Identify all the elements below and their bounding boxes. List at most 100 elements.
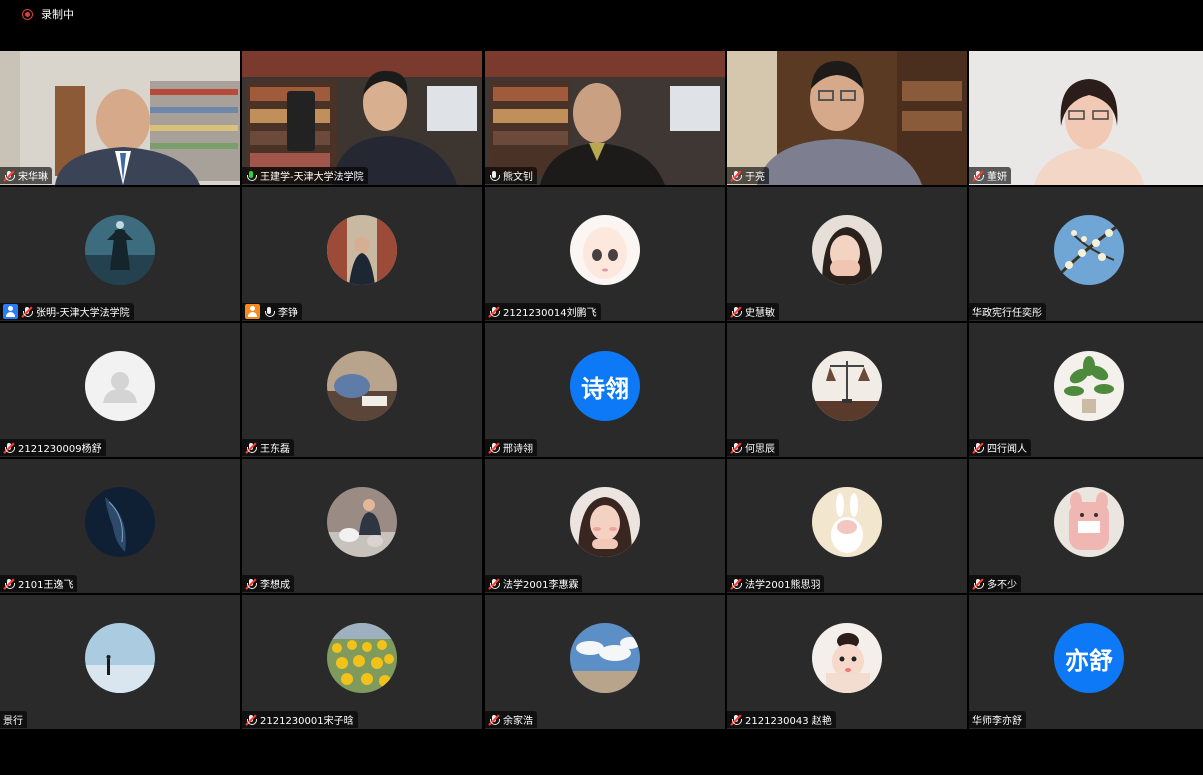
avatar-tile[interactable]: 2101王逸飞 (0, 459, 240, 593)
participant-avatar (812, 215, 882, 285)
mic-muted-icon (730, 306, 742, 318)
name-tag: 宋华琳 (0, 167, 52, 184)
mic-muted-icon (488, 306, 500, 318)
name-tag: 何思辰 (727, 439, 779, 456)
participant-name: 史慧敏 (745, 308, 775, 319)
video-tile[interactable]: 熊文钊 (485, 51, 725, 185)
participant-name: 余家浩 (503, 716, 533, 727)
avatar-tile[interactable]: 法学2001李惠霖 (485, 459, 725, 593)
avatar-tile[interactable]: 景行 (0, 595, 240, 729)
participant-name: 于亮 (745, 172, 765, 183)
avatar-tile[interactable]: 四行闻人 (969, 323, 1203, 457)
participant-name: 景行 (3, 716, 23, 727)
participant-video (0, 51, 240, 185)
avatar-tile[interactable]: 史慧敏 (727, 187, 967, 321)
name-tag: 四行闻人 (969, 439, 1031, 456)
participant-name: 华师李亦舒 (972, 716, 1022, 727)
participant-name: 四行闻人 (987, 444, 1027, 455)
mic-muted-icon (730, 714, 742, 726)
participant-name: 董妍 (987, 172, 1007, 183)
video-tile[interactable]: 于亮 (727, 51, 967, 185)
mic-muted-icon (730, 442, 742, 454)
mic-muted-icon (730, 578, 742, 590)
avatar-tile[interactable]: 2121230043 赵艳 (727, 595, 967, 729)
avatar-tile[interactable]: 2121230001宋子晗 (242, 595, 482, 729)
name-tag: 李铮 (242, 303, 302, 320)
participant-name: 2121230014刘鹏飞 (503, 308, 597, 319)
participant-avatar (812, 351, 882, 421)
avatar-tile[interactable]: 2121230014刘鹏飞 (485, 187, 725, 321)
recording-label: 录制中 (41, 8, 74, 21)
avatar-tile[interactable]: 诗翎 邢诗翎 (485, 323, 725, 457)
avatar-tile[interactable]: 李铮 (242, 187, 482, 321)
avatar-tile[interactable]: 张明-天津大学法学院 (0, 187, 240, 321)
participant-name: 2121230043 赵艳 (745, 716, 832, 727)
avatar-tile[interactable]: 华政宪行任奕彤 (969, 187, 1203, 321)
participant-name: 邢诗翎 (503, 444, 533, 455)
name-tag: 多不少 (969, 575, 1021, 592)
avatar-tile[interactable]: 李想成 (242, 459, 482, 593)
participant-avatar (327, 487, 397, 557)
mic-muted-icon (245, 442, 257, 454)
participant-video (485, 51, 725, 185)
name-tag: 于亮 (727, 167, 769, 184)
participant-avatar (1054, 215, 1124, 285)
participant-name: 多不少 (987, 580, 1017, 591)
avatar-tile[interactable]: 余家浩 (485, 595, 725, 729)
name-tag: 法学2001熊思羽 (727, 575, 825, 592)
mic-muted-icon (488, 442, 500, 454)
participant-video (242, 51, 482, 185)
participant-name: 王建学-天津大学法学院 (260, 172, 364, 183)
mic-active-icon (245, 170, 257, 182)
avatar-tile[interactable]: 何思辰 (727, 323, 967, 457)
participant-name: 2121230009杨舒 (18, 444, 102, 455)
participant-name: 宋华琳 (18, 172, 48, 183)
mic-icon (488, 170, 500, 182)
avatar-tile[interactable]: 王东磊 (242, 323, 482, 457)
top-bar: 录制中 (0, 0, 1203, 30)
video-tile-active-speaker[interactable]: 王建学-天津大学法学院 (242, 51, 482, 185)
mic-muted-icon (3, 578, 15, 590)
name-tag: 邢诗翎 (485, 439, 537, 456)
participant-name: 李想成 (260, 580, 290, 591)
participant-video (969, 51, 1203, 185)
participant-name: 王东磊 (260, 444, 290, 455)
name-tag: 董妍 (969, 167, 1011, 184)
name-tag: 王东磊 (242, 439, 294, 456)
avatar-tile[interactable]: 2121230009杨舒 (0, 323, 240, 457)
participant-avatar (570, 487, 640, 557)
name-tag: 华政宪行任奕彤 (969, 303, 1046, 320)
participant-avatar (812, 487, 882, 557)
participant-name: 何思辰 (745, 444, 775, 455)
mic-muted-icon (972, 170, 984, 182)
participant-name: 熊文钊 (503, 172, 533, 183)
avatar-tile[interactable]: 多不少 (969, 459, 1203, 593)
mic-muted-icon (245, 578, 257, 590)
participant-avatar (327, 215, 397, 285)
avatar-tile[interactable]: 法学2001熊思羽 (727, 459, 967, 593)
recording-indicator[interactable]: 录制中 (22, 6, 74, 22)
name-tag: 余家浩 (485, 711, 537, 728)
participant-name: 法学2001熊思羽 (745, 580, 821, 591)
mic-muted-icon (488, 578, 500, 590)
name-tag: 王建学-天津大学法学院 (242, 167, 368, 184)
participant-name: 张明-天津大学法学院 (36, 308, 130, 319)
participant-name: 华政宪行任奕彤 (972, 308, 1042, 319)
name-tag: 李想成 (242, 575, 294, 592)
name-tag: 2121230043 赵艳 (727, 711, 836, 728)
avatar-tile[interactable]: 亦舒 华师李亦舒 (969, 595, 1203, 729)
name-tag: 2101王逸飞 (0, 575, 78, 592)
participant-name: 李铮 (278, 308, 298, 319)
mic-muted-icon (488, 714, 500, 726)
mic-muted-icon (3, 442, 15, 454)
host-icon (3, 304, 18, 319)
participant-name: 2101王逸飞 (18, 580, 74, 591)
video-tile[interactable]: 董妍 (969, 51, 1203, 185)
mic-muted-icon (972, 578, 984, 590)
video-tile[interactable]: 宋华琳 (0, 51, 240, 185)
name-tag: 2121230014刘鹏飞 (485, 303, 601, 320)
participant-avatar (327, 623, 397, 693)
participant-avatar (327, 351, 397, 421)
participant-avatar (1054, 487, 1124, 557)
mic-muted-icon (21, 306, 33, 318)
